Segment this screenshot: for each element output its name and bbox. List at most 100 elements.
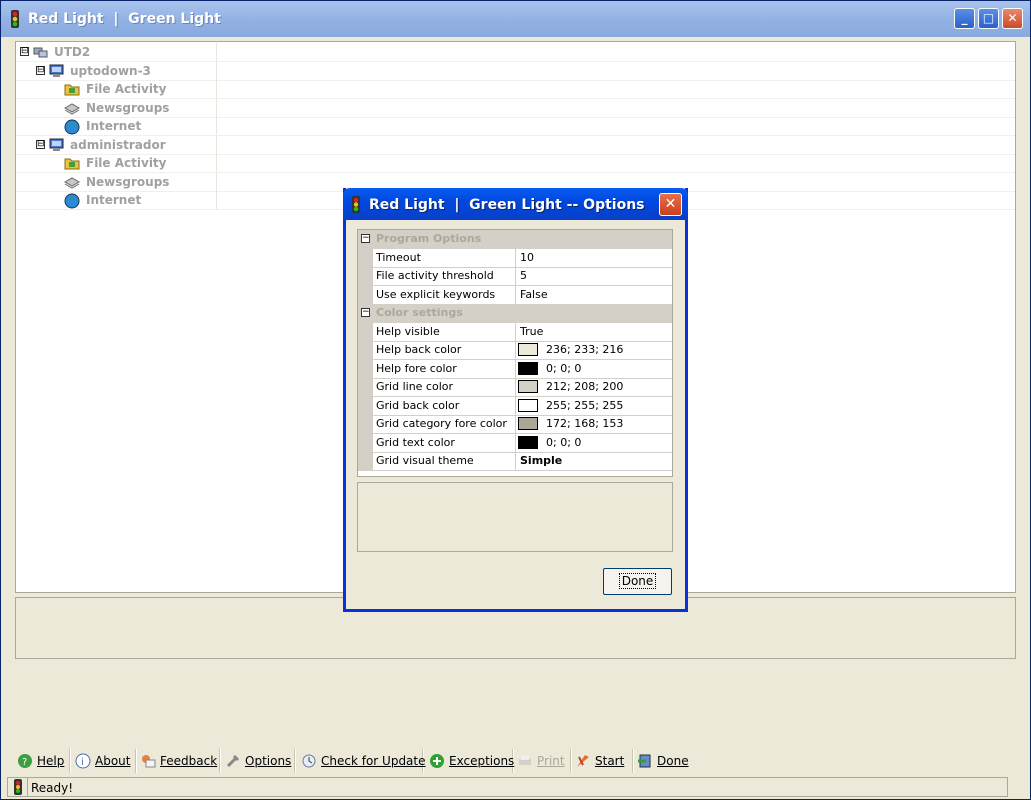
help-icon: ?	[17, 753, 33, 769]
done-button[interactable]: Done	[603, 568, 672, 595]
property-value: 255; 255; 255	[546, 398, 624, 412]
collapse-icon[interactable]: ⊟	[36, 65, 45, 75]
grid-property-row[interactable]: File activity threshold 5	[358, 267, 672, 286]
tree-item-label: Internet	[86, 119, 142, 133]
toolbar-button-label: Start	[595, 754, 625, 768]
tree-item-label: administrador	[70, 137, 166, 152]
grid-category-row[interactable]: − Color settings	[358, 304, 672, 323]
property-value-cell[interactable]: 236; 233; 216	[515, 341, 673, 359]
help-button[interactable]: ? Help	[17, 751, 64, 771]
grid-gutter	[358, 341, 373, 359]
property-value: 0; 0; 0	[546, 361, 582, 375]
svg-text:i: i	[81, 757, 84, 768]
grid-category-row[interactable]: − Program Options	[358, 230, 672, 249]
property-value-cell[interactable]: 255; 255; 255	[515, 396, 673, 415]
exceptions-button[interactable]: Exceptions	[429, 751, 514, 771]
grid-category-label: Color settings	[376, 306, 463, 319]
grid-gutter	[358, 359, 373, 378]
about-icon: i	[75, 753, 91, 769]
globe-icon	[64, 119, 80, 135]
grid-gutter	[358, 248, 373, 267]
network-icon	[33, 45, 48, 59]
grid-property-row[interactable]: Grid visual theme Simple	[358, 452, 672, 471]
minimize-icon: _	[961, 11, 968, 25]
dialog-title-bar[interactable]: Red Light | Green Light -- Options	[343, 188, 688, 220]
property-value: Simple	[520, 454, 563, 467]
globe-icon	[64, 193, 80, 209]
tree-row[interactable]: File Activity	[16, 154, 1015, 173]
tree-row[interactable]: Newsgroups	[16, 98, 1015, 118]
dialog-close-button[interactable]: ✕	[659, 193, 682, 216]
property-value-cell[interactable]: 0; 0; 0	[515, 359, 673, 378]
grid-property-row[interactable]: Use explicit keywords False	[358, 285, 673, 305]
property-value-cell[interactable]: 5	[515, 267, 673, 285]
toolbar-separator	[570, 749, 572, 773]
property-value-cell[interactable]: 10	[515, 248, 673, 267]
property-value: 5	[520, 269, 527, 282]
newsgroups-icon	[63, 101, 81, 115]
tree-row[interactable]: File Activity	[16, 80, 1015, 99]
print-button[interactable]: Print	[517, 751, 565, 771]
feedback-button[interactable]: Feedback	[140, 751, 217, 771]
property-name: Help visible	[376, 324, 440, 338]
feedback-icon	[140, 753, 156, 769]
close-button[interactable]: ✕	[1002, 8, 1023, 29]
tree-item-label: UTD2	[54, 45, 91, 59]
collapse-icon[interactable]: ⊟	[20, 47, 29, 56]
tree-row[interactable]: ⊟ uptodown-3	[16, 61, 1015, 81]
color-swatch	[518, 435, 538, 449]
newsgroups-icon	[63, 175, 81, 189]
collapse-icon[interactable]: −	[361, 308, 370, 317]
toolbar-separator	[294, 749, 296, 773]
property-value-cell[interactable]: Simple	[515, 452, 673, 470]
property-value: 172; 168; 153	[546, 417, 624, 430]
property-value-cell[interactable]: 0; 0; 0	[515, 433, 673, 452]
tree-row[interactable]: Internet	[16, 117, 1015, 136]
tree-item-label: uptodown-3	[70, 63, 151, 78]
property-value-cell[interactable]: 172; 168; 153	[515, 415, 673, 433]
folder-icon	[64, 82, 80, 96]
collapse-icon[interactable]: −	[361, 234, 370, 243]
tree-row[interactable]: ⊟ administrador	[16, 135, 1015, 155]
start-button[interactable]: Start	[575, 751, 624, 771]
property-grid[interactable]: − Program Options Timeout 10 File activity t…	[357, 229, 673, 477]
check-for-update-button[interactable]: Check for Update	[301, 751, 426, 771]
property-value-cell[interactable]: 212; 208; 200	[515, 378, 673, 396]
property-value: True	[520, 324, 544, 338]
property-value-cell[interactable]: True	[515, 322, 673, 341]
grid-gutter	[358, 267, 373, 285]
minimize-button[interactable]: _	[954, 8, 975, 29]
maximize-button[interactable]: □	[978, 8, 999, 29]
done-button[interactable]: Done	[637, 751, 689, 771]
grid-property-row[interactable]: Grid back color 255; 255; 255	[358, 396, 673, 416]
grid-property-row[interactable]: Grid line color 212; 208; 200	[358, 378, 672, 397]
grid-property-row[interactable]: Help back color 236; 233; 216	[358, 341, 672, 360]
property-name: File activity threshold	[376, 269, 494, 282]
title-bar[interactable]: Red Light | Green Light _ □ ✕	[1, 1, 1030, 37]
close-icon: ✕	[1007, 11, 1018, 25]
color-swatch	[518, 380, 538, 393]
property-value-cell[interactable]: False	[515, 285, 673, 304]
tree-row[interactable]: ⊟ UTD2	[16, 43, 1015, 62]
grid-property-row[interactable]: Grid category fore color 172; 168; 153	[358, 415, 672, 434]
traffic-light-icon	[352, 196, 360, 213]
grid-property-row[interactable]: Timeout 10	[358, 248, 673, 268]
property-value: 0; 0; 0	[546, 435, 582, 449]
grid-property-row[interactable]: Grid text color 0; 0; 0	[358, 433, 673, 453]
grid-property-row[interactable]: Help fore color 0; 0; 0	[358, 359, 673, 379]
grid-property-row[interactable]: Help visible True	[358, 322, 673, 342]
toolbar-button-label: Options	[245, 754, 292, 768]
status-text: Ready!	[31, 781, 74, 795]
options-button[interactable]: Options	[225, 751, 291, 771]
collapse-icon[interactable]: ⊟	[36, 139, 45, 149]
toolbar-button-label: Help	[37, 754, 65, 768]
property-name: Grid category fore color	[376, 417, 507, 430]
property-name: Help fore color	[376, 361, 457, 375]
update-icon	[301, 753, 317, 769]
computer-icon	[49, 138, 64, 152]
toolbar: ? Help i About Feedback Options Check for Upda…	[9, 747, 689, 775]
property-value: 236; 233; 216	[546, 343, 624, 356]
done-button-label: Done	[618, 573, 657, 589]
about-button[interactable]: i About	[75, 751, 130, 771]
maximize-icon: □	[982, 11, 995, 25]
